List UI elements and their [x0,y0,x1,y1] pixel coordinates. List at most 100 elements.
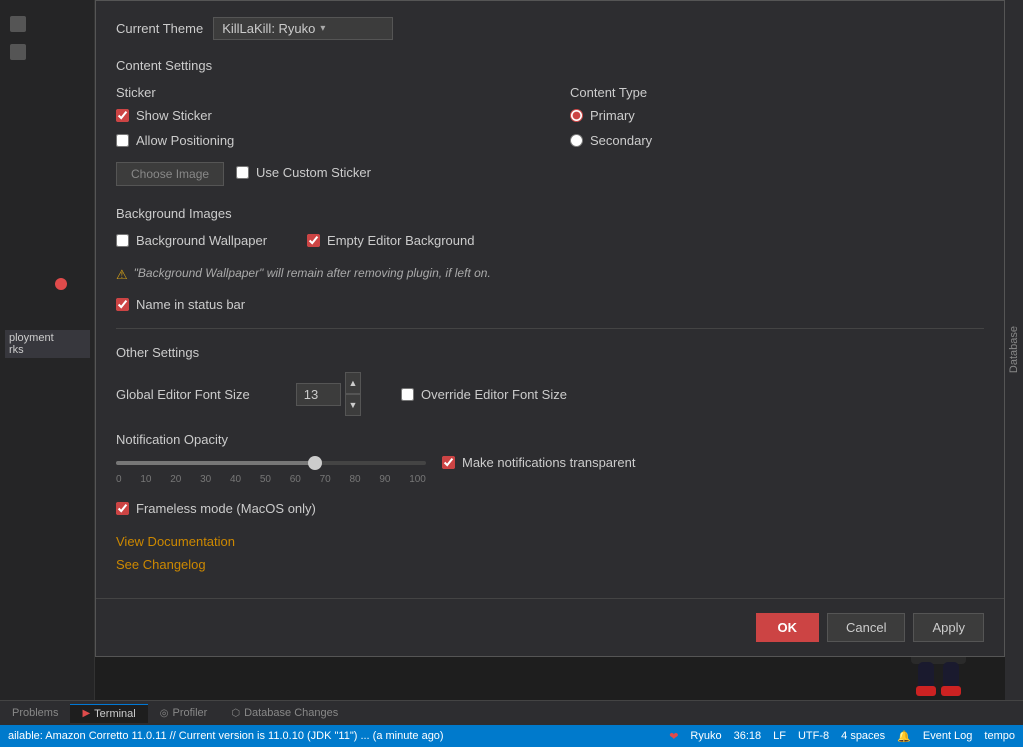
font-size-down-button[interactable]: ▼ [345,394,361,416]
secondary-radio[interactable] [570,134,583,147]
status-left-text: ailable: Amazon Corretto 11.0.11 // Curr… [8,730,669,742]
name-status-bar-row: Name in status bar [116,297,984,312]
content-settings-title: Content Settings [116,58,984,73]
tick-70: 70 [320,474,331,485]
allow-positioning-label: Allow Positioning [136,133,234,148]
primary-row: Primary [570,108,984,123]
tick-50: 50 [260,474,271,485]
tick-100: 100 [409,474,426,485]
chevron-down-icon: ▾ [320,23,325,34]
terminal-tab-icon: ▶ [82,708,90,719]
name-status-checkbox[interactable] [116,298,129,311]
empty-editor-checkbox[interactable] [307,234,320,247]
database-label: Database [1008,326,1020,373]
status-position: 36:18 [734,730,762,742]
make-transparent-label: Make notifications transparent [462,455,635,470]
database-changes-tab[interactable]: ⬡ Database Changes [219,704,350,722]
status-indent: 4 spaces [841,730,885,742]
bg-wallpaper-checkbox[interactable] [116,234,129,247]
show-sticker-checkbox[interactable] [116,109,129,122]
frameless-checkbox[interactable] [116,502,129,515]
theme-value: KillLaKill: Ryuko [222,21,315,36]
secondary-label: Secondary [590,133,652,148]
sidebar-item-2[interactable] [0,38,94,66]
sticker-label: Sticker [116,85,530,100]
secondary-row: Secondary [570,133,984,148]
dialog-footer: OK Cancel Apply [96,598,1004,656]
choose-image-button[interactable]: Choose Image [116,162,224,186]
tempo-text: tempo [984,730,1015,742]
override-font-size-checkbox[interactable] [401,388,414,401]
profiler-icon: ◎ [160,708,169,719]
frameless-row: Frameless mode (MacOS only) [116,501,984,516]
profiler-tab-label: Profiler [172,707,207,719]
override-font-size-label: Override Editor Font Size [421,387,567,402]
sidebar-icon-1 [10,16,26,32]
theme-select[interactable]: KillLaKill: Ryuko ▾ [213,17,393,40]
empty-editor-label: Empty Editor Background [327,233,474,248]
primary-radio[interactable] [570,109,583,122]
font-size-spinner: ▲ ▼ [345,372,361,416]
tick-40: 40 [230,474,241,485]
cancel-button[interactable]: Cancel [827,613,905,642]
sidebar-item-1[interactable] [0,10,94,38]
background-images-title: Background Images [116,206,984,221]
notification-opacity-label: Notification Opacity [116,432,984,447]
db-changes-icon: ⬡ [231,708,240,719]
view-documentation-link[interactable]: View Documentation [116,534,984,549]
terminal-tab[interactable]: ▶ Terminal [70,704,147,723]
warning-icon: ⚠ [116,267,128,283]
divider [116,328,984,329]
content-type-label: Content Type [570,85,984,100]
slider-ticks: 0 10 20 30 40 50 60 70 80 90 100 [116,474,426,485]
opacity-slider[interactable] [116,461,426,465]
left-panel-deployment: ploymentrks [0,330,90,358]
override-font-size-row: Override Editor Font Size [401,387,567,402]
font-size-up-button[interactable]: ▲ [345,372,361,394]
make-transparent-row: Make notifications transparent [442,455,635,470]
choose-custom-row: Choose Image Use Custom Sticker [116,158,530,186]
font-size-input[interactable] [296,383,341,406]
status-charset: UTF-8 [798,730,829,742]
right-sidebar[interactable]: Database [1005,0,1023,700]
ok-button[interactable]: OK [756,613,820,642]
status-bar: ailable: Amazon Corretto 11.0.11 // Curr… [0,725,1023,747]
empty-editor-row: Empty Editor Background [307,233,474,248]
see-changelog-link[interactable]: See Changelog [116,557,984,572]
sticker-column: Sticker Show Sticker Allow Positioning C… [116,85,530,186]
notification-opacity-section: Notification Opacity Make notifications … [116,432,984,485]
status-message: ailable: Amazon Corretto 11.0.11 // Curr… [8,730,444,742]
warning-row: ⚠ "Background Wallpaper" will remain aft… [116,266,984,283]
use-custom-sticker-row: Use Custom Sticker [236,165,371,180]
terminal-tab-label: Terminal [94,708,136,720]
font-size-label: Global Editor Font Size [116,387,276,402]
tick-0: 0 [116,474,122,485]
tick-30: 30 [200,474,211,485]
show-sticker-row: Show Sticker [116,108,530,123]
use-custom-sticker-checkbox[interactable] [236,166,249,179]
primary-label: Primary [590,108,635,123]
tick-10: 10 [140,474,151,485]
content-grid: Sticker Show Sticker Allow Positioning C… [116,85,984,186]
make-transparent-checkbox[interactable] [442,456,455,469]
background-images-section: Background Images Background Wallpaper E… [116,206,984,283]
bg-images-grid: Background Wallpaper Empty Editor Backgr… [116,233,984,258]
warning-text: "Background Wallpaper" will remain after… [134,266,491,280]
apply-button[interactable]: Apply [913,613,984,642]
profiler-tab[interactable]: ◎ Profiler [148,704,220,722]
database-changes-tab-label: Database Changes [244,707,338,719]
allow-positioning-checkbox[interactable] [116,134,129,147]
name-status-label: Name in status bar [136,297,245,312]
links-section: View Documentation See Changelog [116,534,984,572]
name-status-checkbox-row: Name in status bar [116,297,984,312]
tick-80: 80 [349,474,360,485]
font-size-row: Global Editor Font Size ▲ ▼ Override Edi… [116,372,984,416]
slider-row: Make notifications transparent [116,455,984,470]
problems-tab[interactable]: Problems [0,704,70,722]
tick-20: 20 [170,474,181,485]
content-type-column: Content Type Primary Secondary [570,85,984,186]
problems-tab-label: Problems [12,707,58,719]
status-lf: LF [773,730,786,742]
terminal-bar: Problems ▶ Terminal ◎ Profiler ⬡ Databas… [0,700,1023,741]
sidebar-icon-2 [10,44,26,60]
